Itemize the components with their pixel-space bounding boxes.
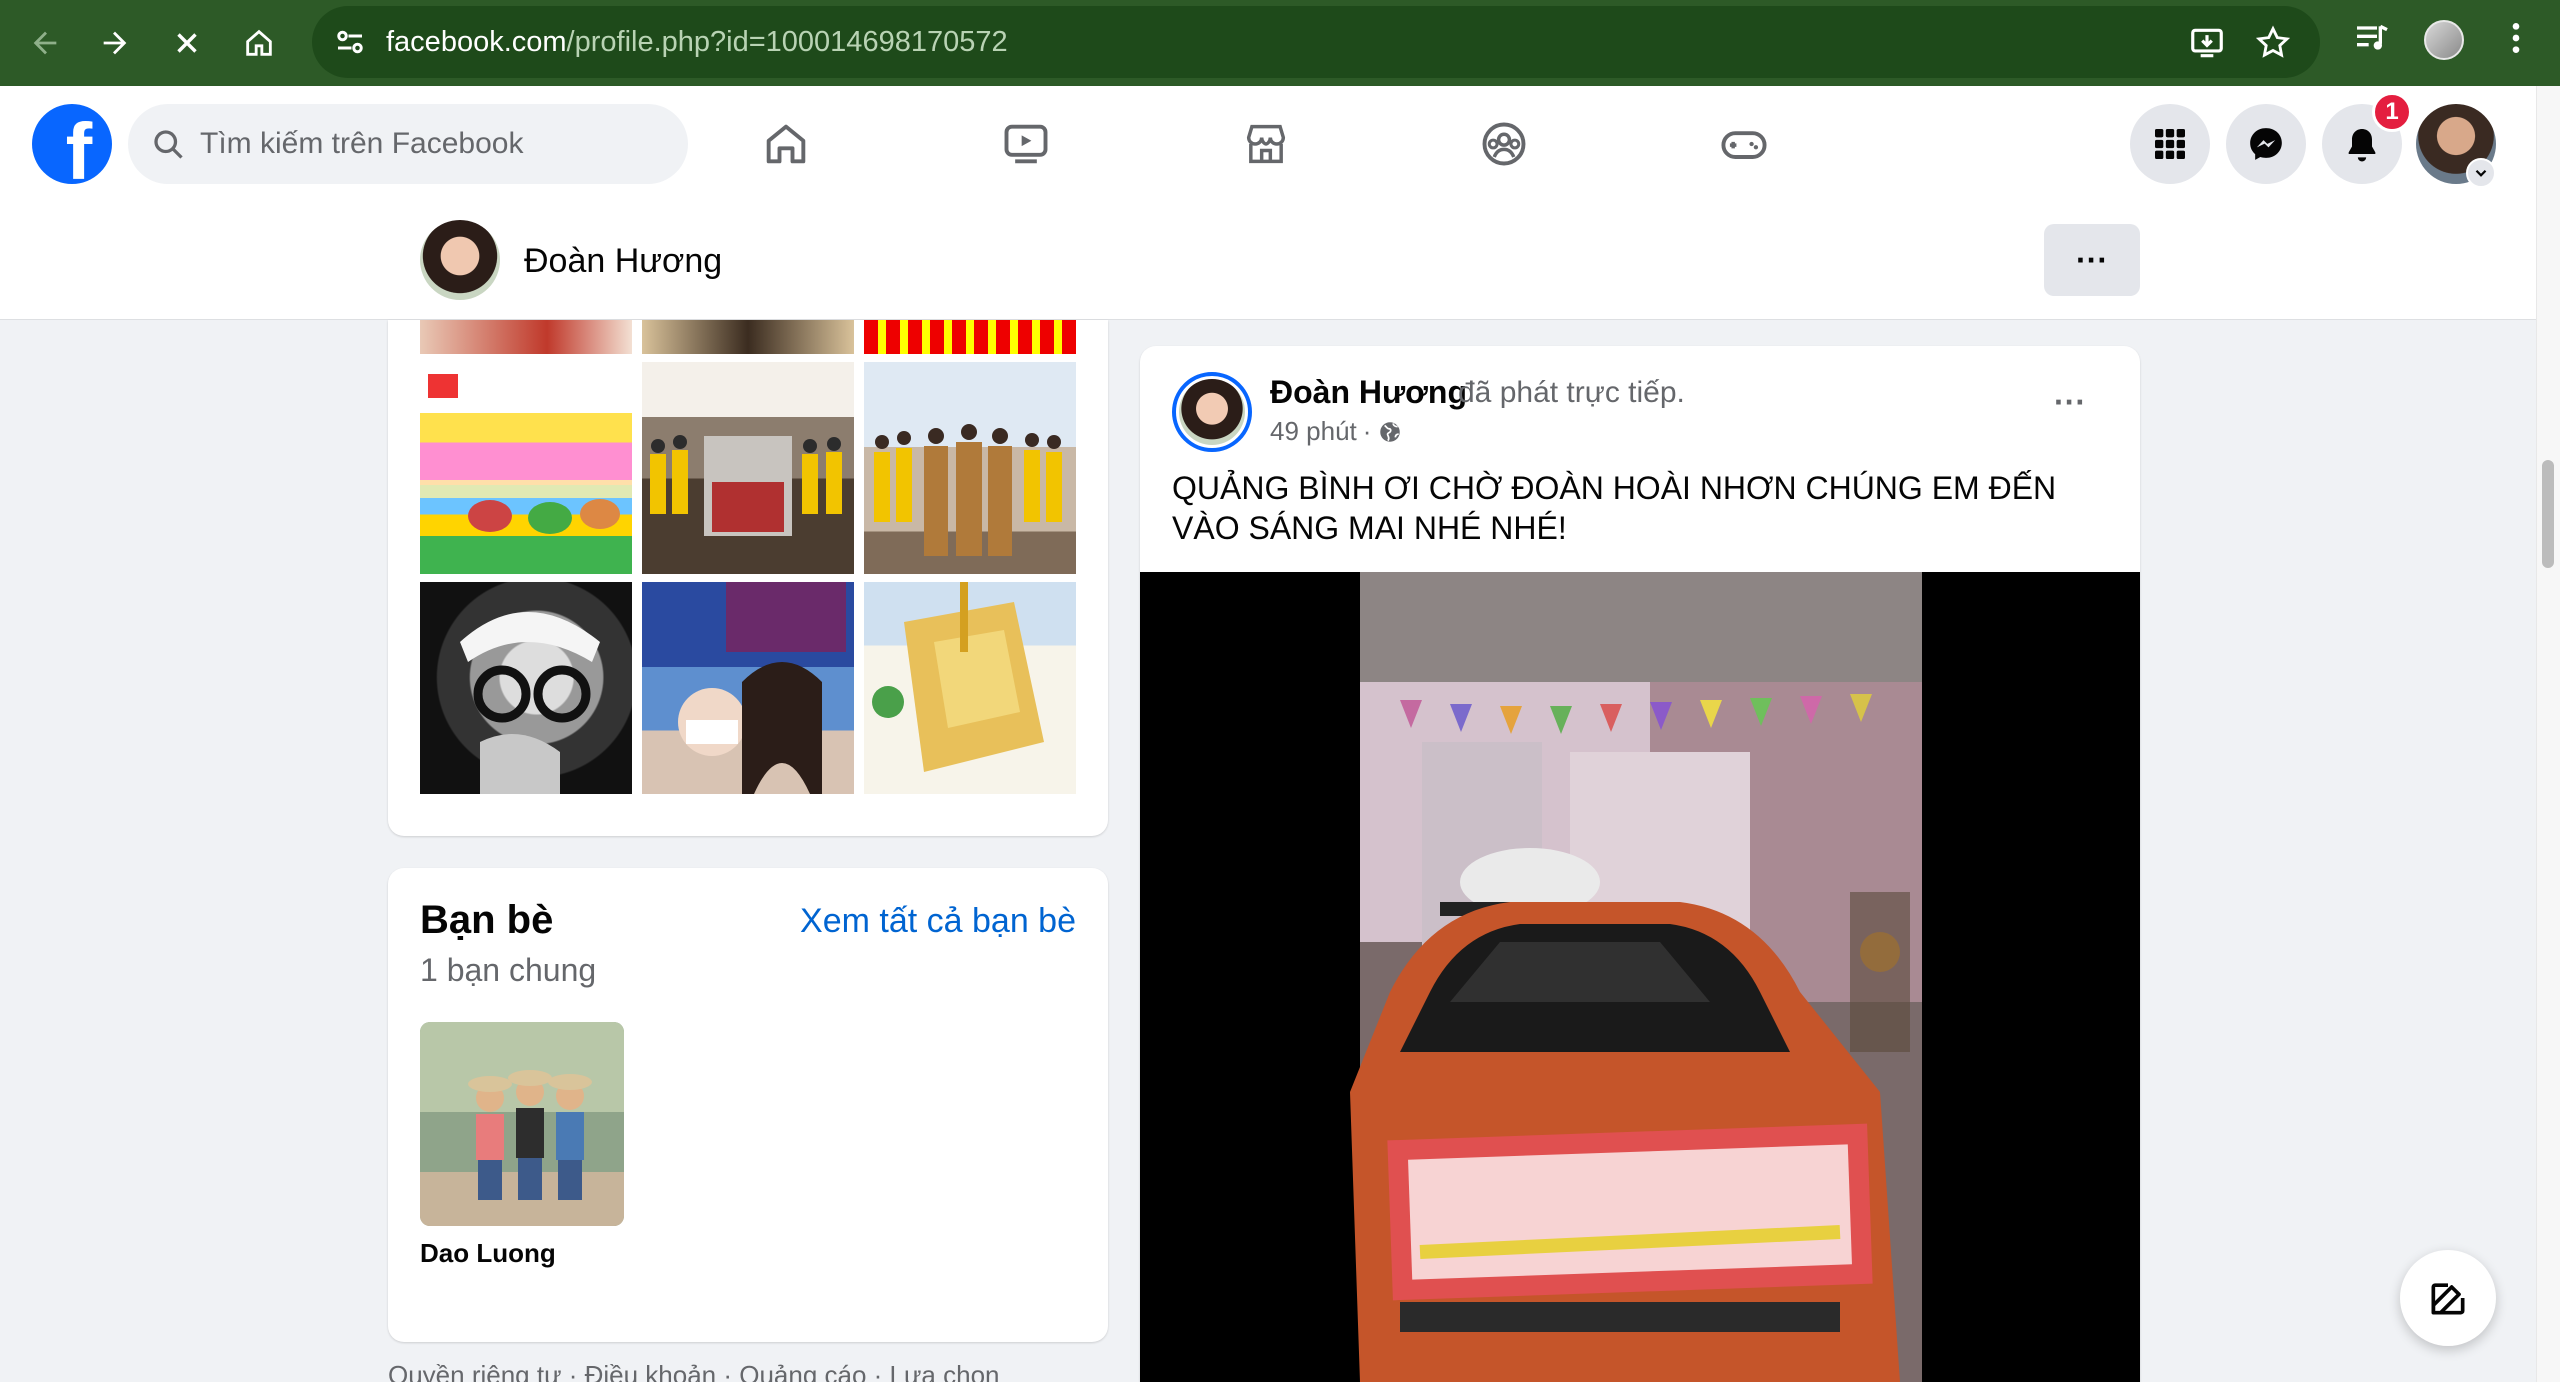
- friends-card: Bạn bè Xem tất cả bạn bè 1 bạn chung Dao…: [388, 868, 1108, 1342]
- video-tab[interactable]: [976, 100, 1076, 188]
- photo-thumbnail[interactable]: [420, 320, 632, 354]
- profile-avatar[interactable]: [420, 220, 500, 300]
- post-more-button[interactable]: ···: [2042, 382, 2098, 422]
- notification-badge: 1: [2372, 92, 2412, 132]
- groups-tab[interactable]: [1454, 100, 1554, 188]
- footer-links[interactable]: Quyền riêng tư · Điều khoản · Quảng cáo …: [388, 1360, 999, 1382]
- install-icon[interactable]: [2188, 24, 2226, 62]
- separator: ·: [1362, 416, 1372, 446]
- facebook-logo[interactable]: f: [32, 104, 112, 184]
- see-all-friends-link[interactable]: Xem tất cả bạn bè: [800, 902, 1076, 941]
- groups-icon: [1482, 122, 1526, 166]
- globe-icon: [1380, 421, 1401, 442]
- search-icon: [154, 130, 183, 159]
- photo-thumbnail[interactable]: [420, 582, 632, 794]
- back-button[interactable]: [16, 14, 74, 72]
- browser-toolbar: facebook.com/profile.php?id=100014698170…: [0, 0, 2560, 86]
- home-button[interactable]: [230, 14, 288, 72]
- photo-thumbnail[interactable]: [864, 320, 1076, 354]
- bookmark-star-icon[interactable]: [2254, 24, 2292, 62]
- photo-thumbnail[interactable]: [864, 582, 1076, 794]
- messenger-icon: [2250, 128, 2282, 160]
- bell-icon: [2348, 129, 2376, 162]
- messenger-button[interactable]: [2226, 104, 2306, 184]
- video-frame: [1140, 572, 2140, 1382]
- photo-thumbnail[interactable]: [642, 320, 854, 354]
- marketplace-icon: [1246, 124, 1286, 164]
- post-action-text: đã phát trực tiếp.: [1458, 376, 1685, 409]
- photos-card: [388, 320, 1108, 836]
- post-text: QUẢNG BÌNH ƠI CHỜ ĐOÀN HOÀI NHƠN CHÚNG E…: [1172, 470, 2057, 546]
- post-author-avatar[interactable]: [1172, 372, 1252, 452]
- photo-thumbnail[interactable]: [642, 362, 854, 574]
- compose-icon: [2431, 1283, 2465, 1315]
- scrollbar-thumb[interactable]: [2542, 460, 2554, 568]
- back-icon: [33, 31, 57, 55]
- app-grid-icon: [2155, 129, 2185, 159]
- search-input[interactable]: [200, 120, 660, 168]
- address-bar[interactable]: facebook.com/profile.php?id=100014698170…: [312, 6, 2320, 78]
- url-text[interactable]: facebook.com/profile.php?id=100014698170…: [386, 26, 1008, 59]
- search-box[interactable]: [128, 104, 688, 184]
- profile-more-button[interactable]: ···: [2044, 224, 2140, 296]
- mutual-friends-count: 1 bạn chung: [420, 952, 597, 988]
- site-settings-icon[interactable]: [332, 24, 368, 60]
- stop-icon: [177, 33, 197, 53]
- new-message-button[interactable]: [2400, 1250, 2496, 1346]
- profile-name[interactable]: Đoàn Hương: [524, 242, 722, 281]
- home-tab[interactable]: [736, 100, 836, 188]
- gaming-icon: [1721, 131, 1767, 159]
- post-timestamp[interactable]: 49 phút ·: [1270, 416, 1403, 447]
- home-icon: [246, 29, 272, 56]
- live-video[interactable]: [1140, 572, 2140, 1382]
- photo-thumbnail[interactable]: [864, 362, 1076, 574]
- photo-thumbnail[interactable]: [420, 362, 632, 574]
- photo-thumbnail[interactable]: [642, 582, 854, 794]
- stop-button[interactable]: [158, 14, 216, 72]
- friends-title: Bạn bè: [420, 898, 554, 942]
- friend-photo[interactable]: [420, 1022, 624, 1226]
- post-author-name[interactable]: Đoàn Hương: [1270, 374, 1467, 411]
- facebook-header: f: [0, 86, 2536, 200]
- video-icon: [1004, 124, 1048, 164]
- chevron-down-icon[interactable]: [2466, 158, 2496, 188]
- profile-sticky-bar: Đoàn Hương ···: [0, 200, 2536, 320]
- forward-icon: [103, 31, 127, 55]
- friend-name[interactable]: Dao Luong: [420, 1238, 556, 1269]
- post-time-text[interactable]: 49 phút: [1270, 416, 1357, 447]
- profile-icon[interactable]: [2424, 20, 2464, 60]
- menu-button[interactable]: [2130, 104, 2210, 184]
- marketplace-tab[interactable]: [1216, 100, 1316, 188]
- forward-button[interactable]: [86, 14, 144, 72]
- home-icon: [766, 124, 806, 164]
- menu-icon[interactable]: [2496, 18, 2536, 58]
- page-scrollbar[interactable]: [2536, 86, 2560, 1382]
- post-card: Đoàn Hương đã phát trực tiếp. 49 phút · …: [1140, 346, 2140, 1382]
- gaming-tab[interactable]: [1694, 100, 1794, 188]
- media-icon[interactable]: [2352, 18, 2392, 58]
